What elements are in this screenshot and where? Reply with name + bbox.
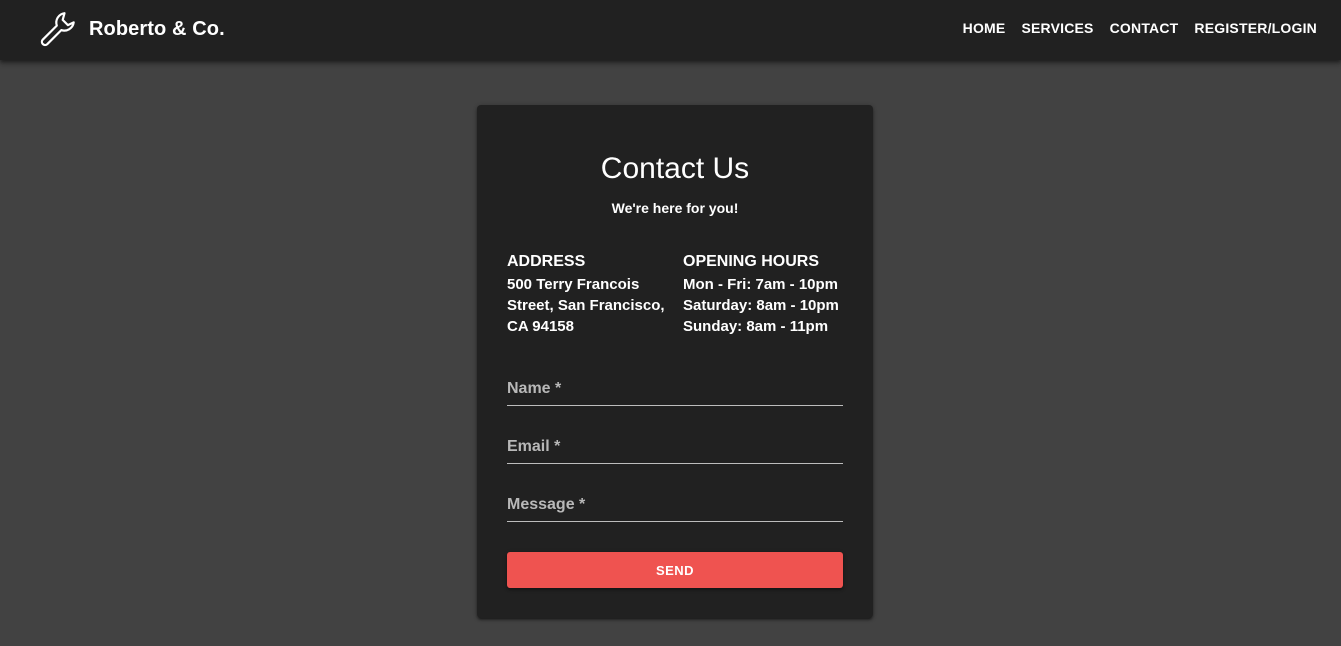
opening-hours-line: Saturday: 8am - 10pm — [683, 297, 839, 314]
name-field[interactable]: Name * — [507, 370, 843, 406]
address-block: ADDRESS 500 Terry Francois Street, San F… — [507, 252, 672, 337]
opening-hours-line: Mon - Fri: 7am - 10pm — [683, 276, 839, 293]
email-field[interactable]: Email * — [507, 428, 843, 464]
brand-name: Roberto & Co. — [89, 17, 225, 40]
app-bar: Roberto & Co. HOME SERVICES CONTACT REGI… — [0, 0, 1341, 60]
nav-item-services[interactable]: SERVICES — [1021, 20, 1093, 36]
nav-item-home[interactable]: HOME — [963, 20, 1006, 36]
page-subtitle: We're here for you! — [611, 200, 739, 216]
email-field-label: Email * — [507, 438, 561, 455]
address-line: 500 Terry Francois — [507, 276, 640, 293]
opening-hours-line: Sunday: 8am - 11pm — [683, 318, 829, 335]
message-field[interactable]: Message * — [507, 486, 843, 522]
address-line: CA 94158 — [507, 318, 574, 335]
opening-hours-heading: OPENING HOURS — [683, 253, 820, 270]
address-line: Street, San Francisco, — [507, 297, 665, 314]
address-heading: ADDRESS — [507, 253, 586, 270]
main-nav: HOME SERVICES CONTACT REGISTER/LOGIN — [963, 18, 1317, 38]
name-field-label: Name * — [507, 380, 562, 397]
nav-item-register-login[interactable]: REGISTER/LOGIN — [1194, 20, 1317, 36]
brand-link[interactable]: Roberto & Co. — [40, 10, 225, 48]
contact-card: Contact Us We're here for you! ADDRESS 5… — [477, 105, 873, 618]
nav-item-contact[interactable]: CONTACT — [1110, 20, 1179, 36]
wrench-icon — [40, 10, 80, 48]
page-title: Contact Us — [600, 152, 750, 185]
message-field-label: Message * — [507, 496, 586, 513]
opening-hours-block: OPENING HOURS Mon - Fri: 7am - 10pm Satu… — [683, 252, 853, 337]
send-button[interactable]: SEND — [507, 552, 843, 588]
